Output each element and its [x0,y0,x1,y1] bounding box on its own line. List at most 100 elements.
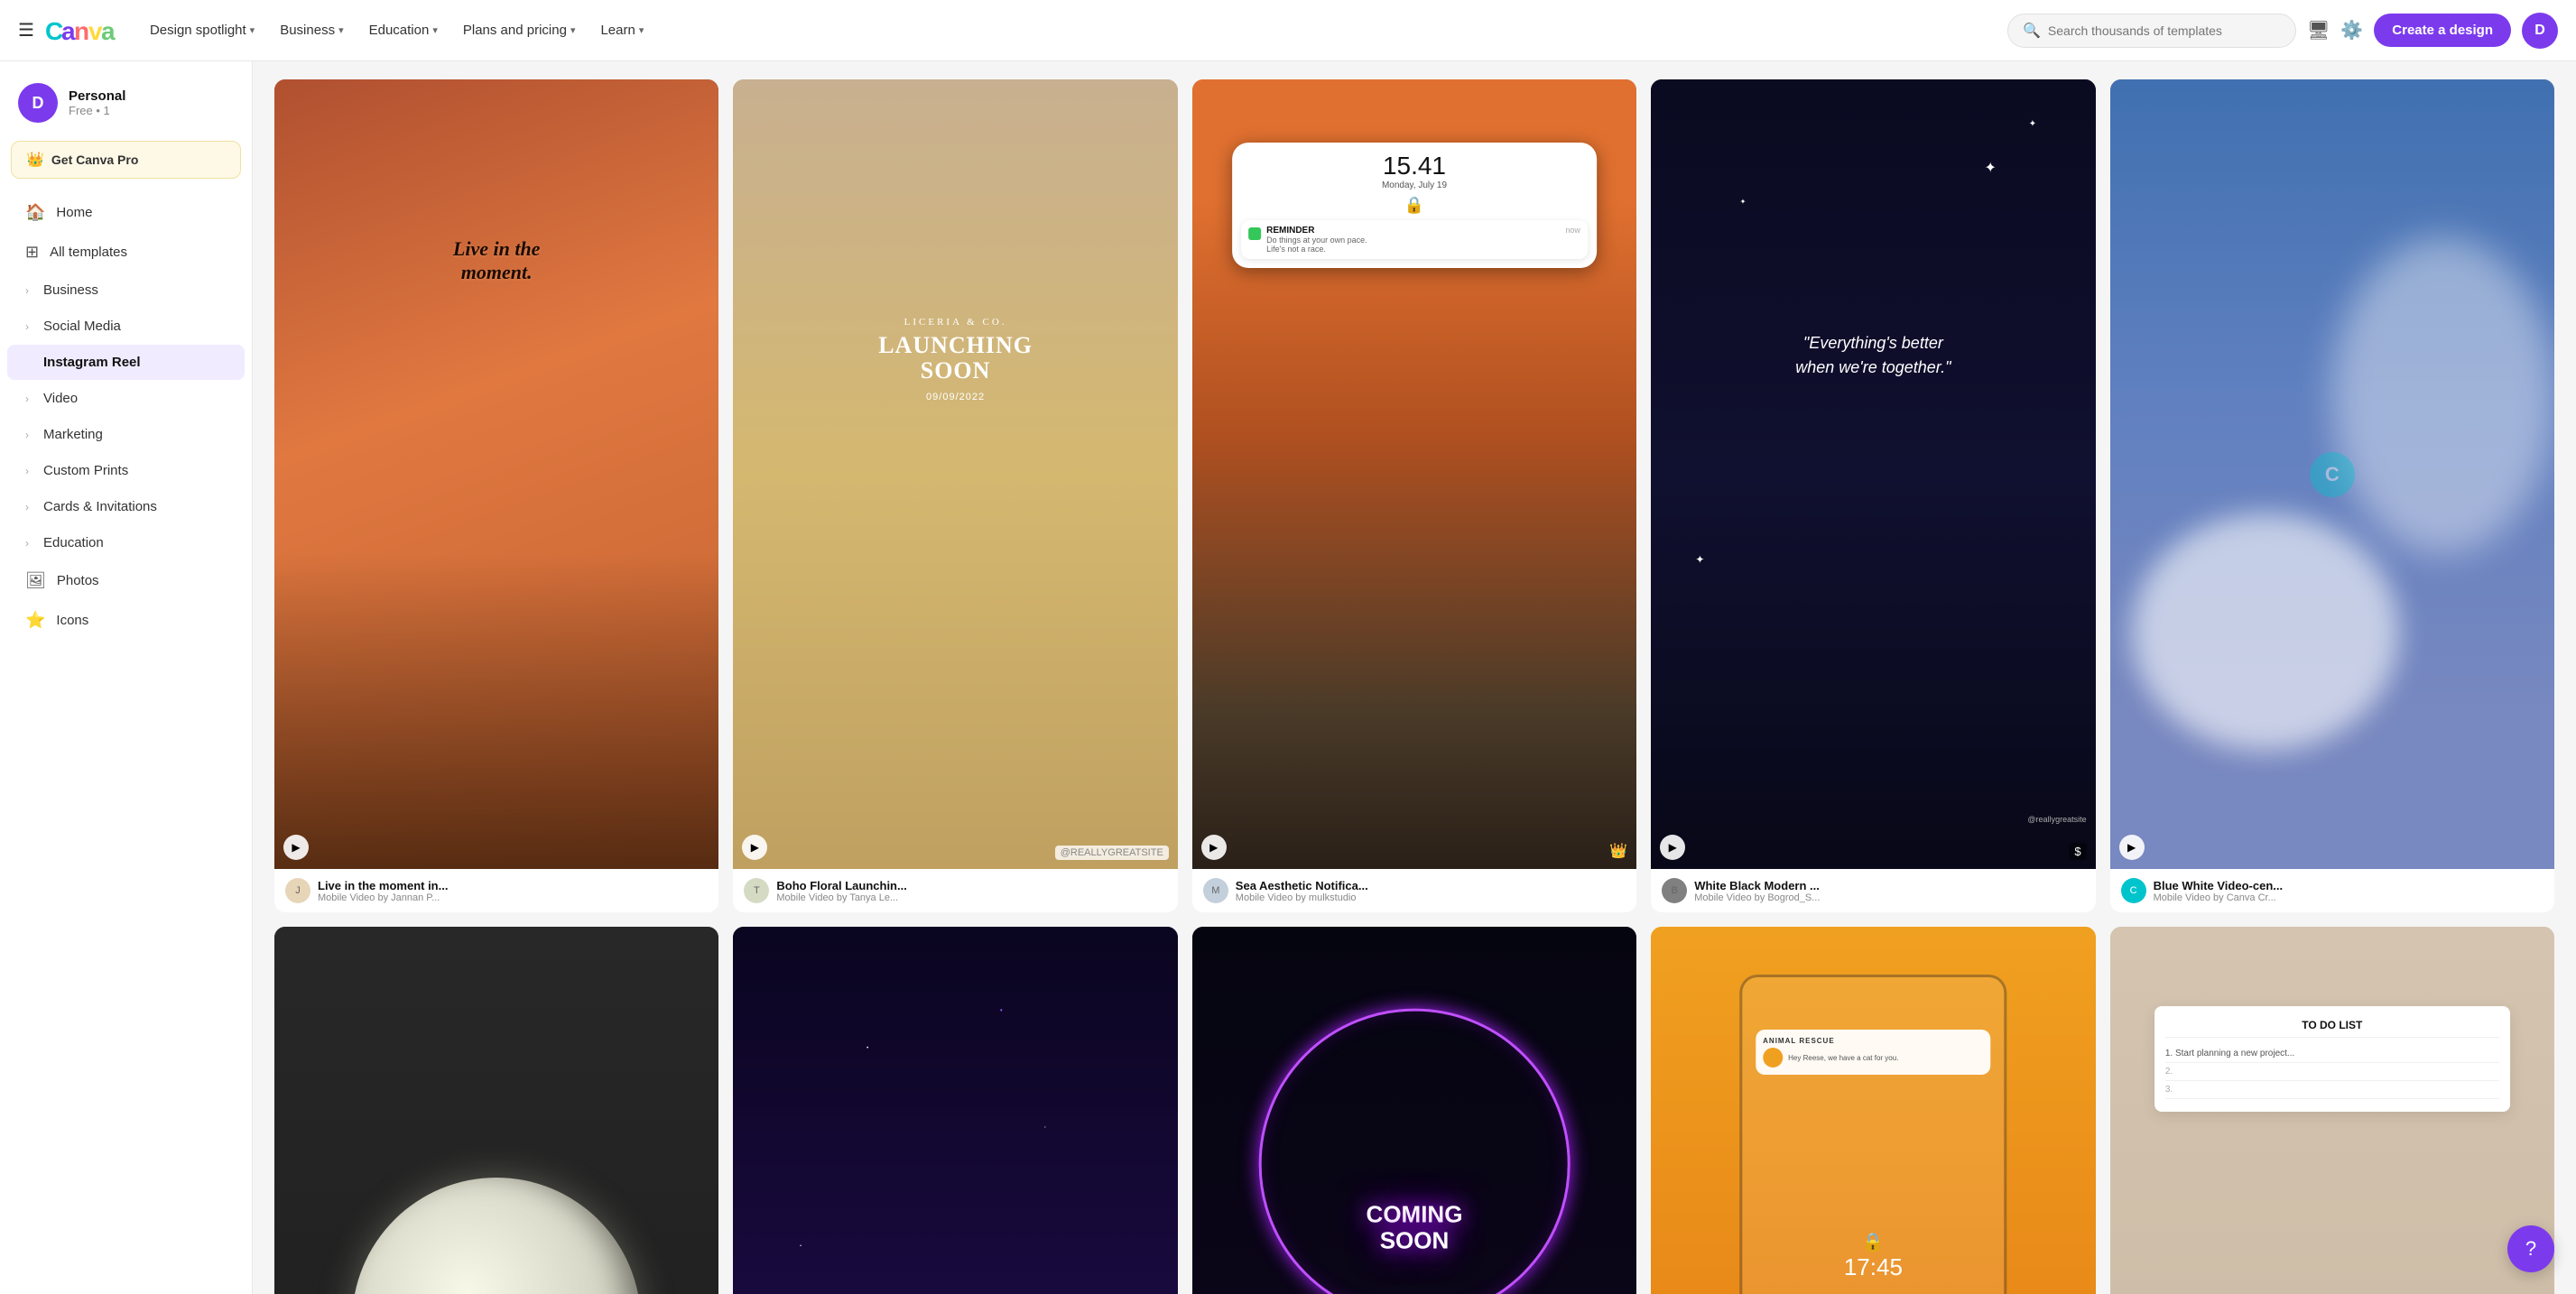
sidebar-navigation: 🏠 Home ⊞ All templates › Business › Soci… [0,193,252,640]
crown-icon: 👑 [26,151,44,169]
card-subtitle: Mobile Video by Tanya Le... [776,892,1166,903]
get-canva-pro-button[interactable]: 👑 Get Canva Pro [11,141,241,179]
sidebar-item-home[interactable]: 🏠 Home [7,193,245,232]
sidebar-item-photos[interactable]: 🖼 Photos [7,561,245,600]
sidebar: D Personal Free • 1 👑 Get Canva Pro 🏠 Ho… [0,61,253,1294]
main-layout: D Personal Free • 1 👑 Get Canva Pro 🏠 Ho… [0,61,2576,1294]
question-mark-icon: ? [2525,1237,2536,1261]
search-bar[interactable]: 🔍 [2007,14,2296,48]
sidebar-item-label: Photos [57,573,99,588]
avatar: D [18,83,58,123]
main-content: Live in themoment. ▶ J Live in the momen… [253,61,2576,1294]
template-card-sea-notifica[interactable]: 15.41 Monday, July 19 🔒 REMINDER Do thin… [1192,79,1636,912]
sidebar-item-instagram-reel[interactable]: Instagram Reel [7,345,245,380]
nav-learn[interactable]: Learn ▾ [589,15,654,45]
create-design-button[interactable]: Create a design [2374,14,2511,47]
get-pro-label: Get Canva Pro [51,153,138,167]
card-info: T Boho Floral Launchin... Mobile Video b… [733,869,1177,912]
author-avatar: M [1203,878,1228,903]
nav-business[interactable]: Business ▾ [269,15,354,45]
template-card-to-do-list[interactable]: TO DO LIST 1. Start planning a new proje… [2110,927,2554,1294]
chevron-down-icon: ▾ [250,24,255,36]
sidebar-item-label: Icons [56,613,88,628]
grid-icon: ⊞ [25,243,39,262]
nav-education[interactable]: Education ▾ [358,15,449,45]
template-card-white-black-modern[interactable]: ✦ ✦ ✦ ✦ "Everything's betterwhen we're t… [1651,79,2095,912]
sidebar-item-business[interactable]: › Business [7,273,245,308]
sidebar-item-cards-invitations[interactable]: › Cards & Invitations [7,489,245,524]
sidebar-item-label: Custom Prints [43,463,128,478]
template-card-coming-soon-neon[interactable]: COMINGSOON Stay Tuned ▶ C Coming Soon St… [1192,927,1636,1294]
card-title: Boho Floral Launchin... [776,879,1166,892]
author-avatar: C [2121,878,2146,903]
profile-info: Personal Free • 1 [69,88,125,117]
template-grid: Live in themoment. ▶ J Live in the momen… [274,79,2554,1294]
canva-logo[interactable]: C a n v a [45,16,117,45]
sidebar-item-marketing[interactable]: › Marketing [7,417,245,452]
sidebar-item-label: Business [43,282,98,298]
sidebar-item-education[interactable]: › Education [7,525,245,560]
card-info: M Sea Aesthetic Notifica... Mobile Video… [1192,869,1636,912]
top-navigation: ☰ C a n v a Design spotlight ▾ Business … [0,0,2576,61]
template-card-live-moment[interactable]: Live in themoment. ▶ J Live in the momen… [274,79,718,912]
card-info: B White Black Modern ... Mobile Video by… [1651,869,2095,912]
sidebar-item-label: Education [43,535,104,550]
home-icon: 🏠 [25,203,45,222]
sidebar-item-label: Marketing [43,427,103,442]
sidebar-item-video[interactable]: › Video [7,381,245,416]
card-subtitle: Mobile Video by Canva Cr... [2154,892,2544,903]
card-info: J Live in the moment in... Mobile Video … [274,869,718,912]
template-card-boho-launching[interactable]: LICERIA & CO. LAUNCHINGSOON 09/09/2022 ▶… [733,79,1177,912]
chevron-right-icon: › [25,429,29,441]
sidebar-item-icons[interactable]: ⭐ Icons [7,601,245,640]
chevron-right-icon: › [25,537,29,550]
card-subtitle: Mobile Video by Bogrod_S... [1694,892,2084,903]
sidebar-item-label: Social Media [43,319,121,334]
chevron-down-icon: ▾ [570,24,576,36]
svg-text:a: a [101,17,116,45]
card-title: Sea Aesthetic Notifica... [1236,879,1626,892]
sidebar-item-custom-prints[interactable]: › Custom Prints [7,453,245,488]
sidebar-item-label: All templates [50,245,127,260]
profile-plan: Free • 1 [69,104,125,117]
card-subtitle: Mobile Video by Jannan P... [318,892,708,903]
sidebar-item-label: Video [43,391,78,406]
chevron-right-icon: › [25,320,29,333]
template-card-blue-white-video[interactable]: ▶ C C Blue White Video-cen... Mobile Vid… [2110,79,2554,912]
hamburger-menu[interactable]: ☰ [18,19,34,42]
chevron-down-icon: ▾ [432,24,438,36]
card-title: White Black Modern ... [1694,879,2084,892]
sidebar-item-label: Cards & Invitations [43,499,157,514]
profile-name: Personal [69,88,125,104]
template-card-moon-video[interactable]: ▶ M Moon Video Mobile Video [274,927,718,1294]
sidebar-item-social-media[interactable]: › Social Media [7,309,245,344]
search-icon: 🔍 [2023,22,2041,40]
chevron-down-icon: ▾ [639,24,644,36]
author-avatar: J [285,878,310,903]
sidebar-item-label: Home [56,205,92,220]
sidebar-item-all-templates[interactable]: ⊞ All templates [7,233,245,272]
settings-icon[interactable]: ⚙️ [2340,19,2363,42]
user-avatar[interactable]: D [2522,13,2558,49]
template-card-animal-rescue[interactable]: ANIMAL RESCUE Hey Reese, we have a cat f… [1651,927,2095,1294]
chevron-right-icon: › [25,284,29,297]
svg-text:n: n [74,17,89,45]
card-title: Live in the moment in... [318,879,708,892]
card-subtitle: Mobile Video by mulkstudio [1236,892,1626,903]
monitor-icon[interactable]: 🖥 [2307,19,2330,42]
search-input[interactable] [2048,23,2281,38]
help-chat-button[interactable]: ? [2507,1225,2554,1272]
nav-items: Design spotlight ▾ Business ▾ Education … [139,15,1997,45]
card-title: Blue White Video-cen... [2154,879,2544,892]
icons-icon: ⭐ [25,611,45,630]
nav-plans-pricing[interactable]: Plans and pricing ▾ [452,15,587,45]
chevron-down-icon: ▾ [338,24,344,36]
author-avatar: B [1662,878,1687,903]
profile-section: D Personal Free • 1 [0,72,252,137]
chevron-right-icon: › [25,393,29,405]
chevron-right-icon: › [25,465,29,477]
chevron-right-icon: › [25,501,29,513]
template-card-space-quote[interactable]: • • • • "One step at a time.You'll get t… [733,927,1177,1294]
nav-design-spotlight[interactable]: Design spotlight ▾ [139,15,265,45]
photos-icon: 🖼 [25,571,46,590]
